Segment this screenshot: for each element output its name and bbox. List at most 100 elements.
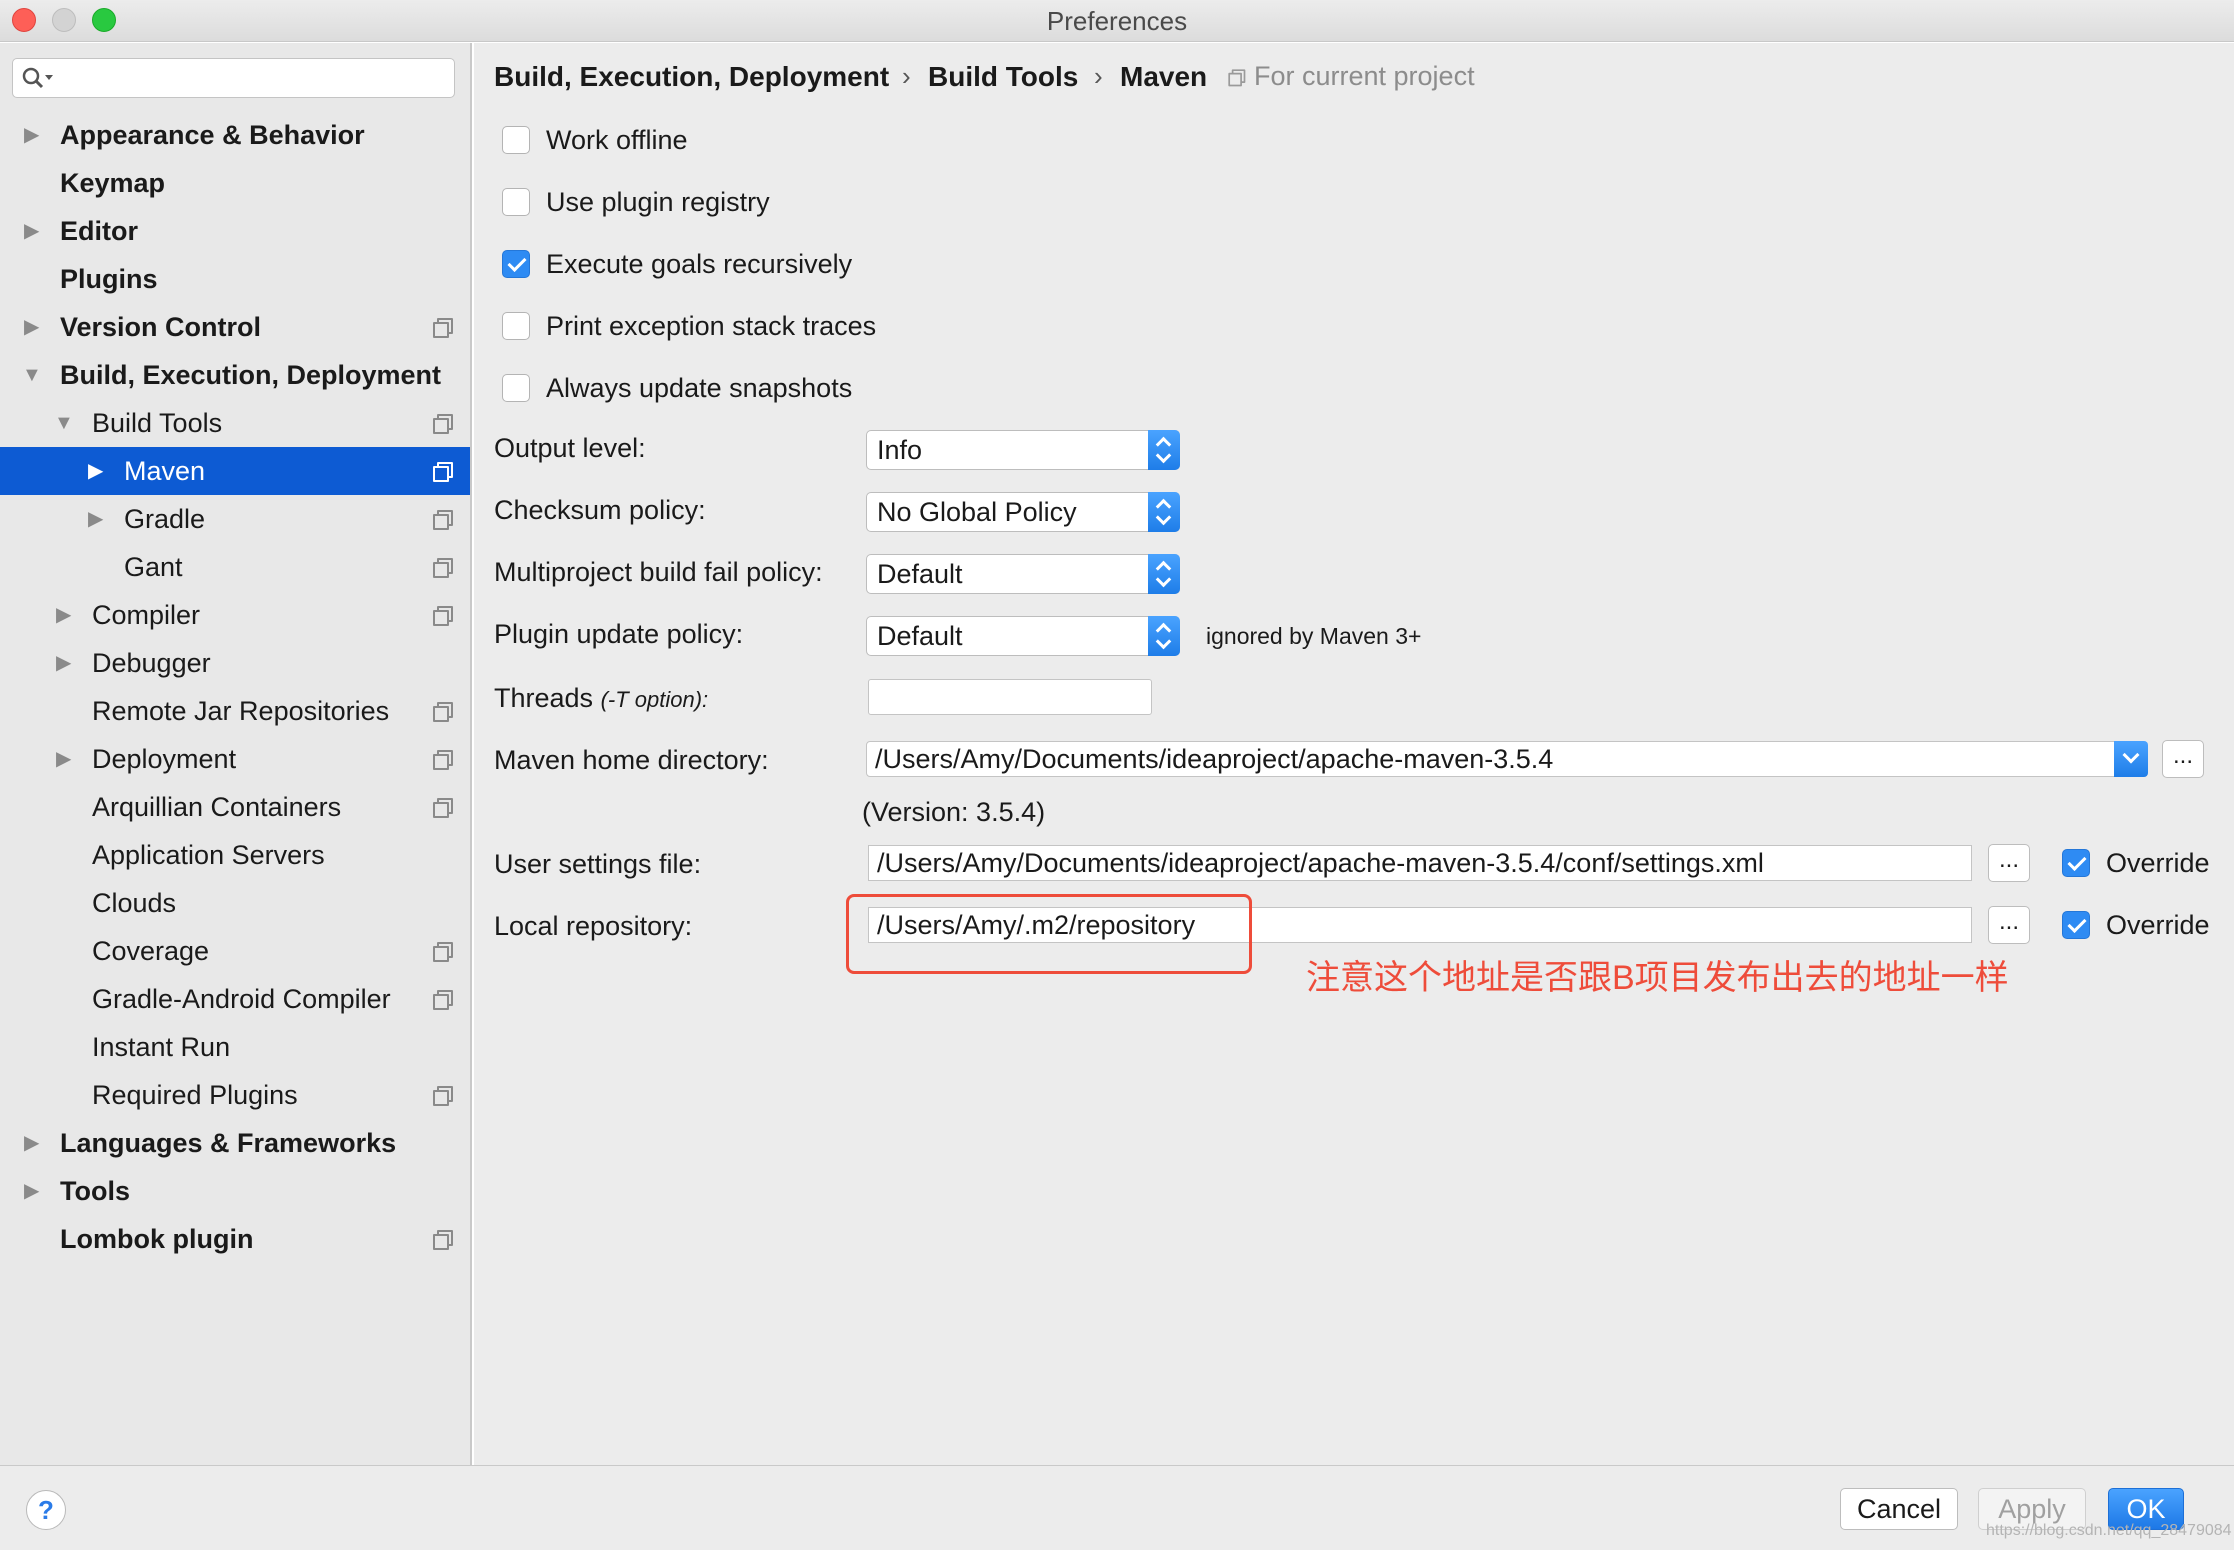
scope-hint: For current project [1228, 61, 1475, 92]
collapse-arrow-icon[interactable]: ▼ [22, 351, 42, 399]
sidebar-item-build-tools[interactable]: ▼ Build Tools [0, 399, 470, 447]
checksum-policy-label: Checksum policy: [494, 495, 706, 525]
maven-home-label: Maven home directory: [494, 745, 769, 775]
project-scope-icon [432, 989, 453, 1010]
select-arrows-icon[interactable] [1148, 554, 1180, 594]
help-button[interactable]: ? [26, 1490, 66, 1530]
sidebar-item-build-execution-deployment[interactable]: ▼ Build, Execution, Deployment [0, 351, 470, 399]
collapse-arrow-icon[interactable]: ▼ [54, 399, 74, 447]
sidebar-item-arquillian-containers[interactable]: Arquillian Containers [0, 783, 470, 831]
project-scope-icon [432, 557, 453, 578]
plugin-update-policy-hint: ignored by Maven 3+ [1206, 623, 1422, 649]
sidebar-item-plugins[interactable]: Plugins [0, 255, 470, 303]
expand-arrow-icon[interactable]: ▶ [24, 1167, 39, 1215]
project-scope-icon [432, 1229, 453, 1250]
plugin-update-policy-label: Plugin update policy: [494, 619, 744, 649]
sidebar-item-application-servers[interactable]: Application Servers [0, 831, 470, 879]
project-scope-icon [1228, 69, 1246, 87]
project-scope-icon [432, 941, 453, 962]
breadcrumb-separator-icon: › [902, 61, 911, 91]
cancel-button[interactable]: Cancel [1840, 1488, 1958, 1530]
sidebar-item-instant-run[interactable]: Instant Run [0, 1023, 470, 1071]
maven-home-combo[interactable]: /Users/Amy/Documents/ideaproject/apache-… [866, 741, 2122, 777]
expand-arrow-icon[interactable]: ▶ [88, 495, 103, 543]
maven-home-browse-button[interactable]: ... [2162, 740, 2204, 778]
project-scope-icon [432, 1085, 453, 1106]
maven-settings-panel: Build, Execution, Deployment › Build Too… [474, 43, 2234, 1465]
dialog-footer: ? Cancel Apply OK https://blog.csdn.net/… [0, 1465, 2234, 1550]
expand-arrow-icon[interactable]: ▶ [24, 303, 39, 351]
sidebar-item-gradle-android-compiler[interactable]: Gradle-Android Compiler [0, 975, 470, 1023]
project-scope-icon [432, 461, 453, 482]
execute-goals-recursively-checkbox[interactable] [502, 250, 530, 278]
sidebar-item-keymap[interactable]: Keymap [0, 159, 470, 207]
multiproject-fail-policy-select[interactable]: Default [866, 554, 1180, 594]
expand-arrow-icon[interactable]: ▶ [56, 735, 71, 783]
breadcrumb-item[interactable]: Build Tools [928, 61, 1078, 93]
sidebar-item-maven[interactable]: ▶ Maven [0, 447, 470, 495]
plugin-update-policy-select[interactable]: Default [866, 616, 1180, 656]
select-arrows-icon[interactable] [1148, 492, 1180, 532]
window-title: Preferences [1046, 6, 1188, 36]
project-scope-icon [432, 797, 453, 818]
user-settings-browse-button[interactable]: ... [1988, 844, 2030, 882]
user-settings-label: User settings file: [494, 849, 702, 879]
breadcrumb-item: Maven [1120, 61, 1208, 92]
local-repository-override-checkbox[interactable] [2062, 911, 2090, 939]
sidebar-item-languages-frameworks[interactable]: ▶ Languages & Frameworks [0, 1119, 470, 1167]
sidebar-item-version-control[interactable]: ▶ Version Control [0, 303, 470, 351]
checksum-policy-select[interactable]: No Global Policy [866, 492, 1180, 532]
maven-home-dropdown-icon[interactable] [2114, 741, 2148, 777]
expand-arrow-icon[interactable]: ▶ [24, 111, 39, 159]
breadcrumb-separator-icon: › [1094, 61, 1103, 91]
expand-arrow-icon[interactable]: ▶ [88, 447, 103, 495]
sidebar-item-required-plugins[interactable]: Required Plugins [0, 1071, 470, 1119]
select-arrows-icon[interactable] [1148, 430, 1180, 470]
sidebar-item-gant[interactable]: Gant [0, 543, 470, 591]
local-repository-browse-button[interactable]: ... [1988, 906, 2030, 944]
project-scope-icon [432, 317, 453, 338]
select-arrows-icon[interactable] [1148, 616, 1180, 656]
project-scope-icon [432, 413, 453, 434]
expand-arrow-icon[interactable]: ▶ [24, 207, 39, 255]
project-scope-icon [432, 749, 453, 770]
output-level-label: Output level: [494, 433, 646, 463]
user-settings-input[interactable]: /Users/Amy/Documents/ideaproject/apache-… [868, 845, 1972, 881]
sidebar-item-debugger[interactable]: ▶ Debugger [0, 639, 470, 687]
sidebar-item-tools[interactable]: ▶ Tools [0, 1167, 470, 1215]
watermark: https://blog.csdn.net/qq_28479084 [1986, 1522, 2232, 1539]
expand-arrow-icon[interactable]: ▶ [24, 1119, 39, 1167]
annotation-note: 注意这个地址是否跟B项目发布出去的地址一样 [1306, 959, 2009, 997]
settings-sidebar: ▶ Appearance & Behavior Keymap ▶ Editor … [0, 43, 472, 1465]
work-offline-checkbox[interactable] [502, 126, 530, 154]
breadcrumb-item[interactable]: Build, Execution, Deployment [494, 61, 889, 93]
sidebar-item-remote-jar-repositories[interactable]: Remote Jar Repositories [0, 687, 470, 735]
search-input[interactable] [12, 58, 455, 98]
multiproject-fail-policy-label: Multiproject build fail policy: [494, 557, 823, 587]
sidebar-item-deployment[interactable]: ▶ Deployment [0, 735, 470, 783]
threads-label: Threads (-T option): [494, 683, 709, 713]
print-exception-stack-traces-checkbox[interactable] [502, 312, 530, 340]
sidebar-item-appearance-behavior[interactable]: ▶ Appearance & Behavior [0, 111, 470, 159]
output-level-select[interactable]: Info [866, 430, 1180, 470]
sidebar-item-gradle[interactable]: ▶ Gradle [0, 495, 470, 543]
always-update-snapshots-checkbox[interactable] [502, 374, 530, 402]
sidebar-item-compiler[interactable]: ▶ Compiler [0, 591, 470, 639]
sidebar-item-lombok-plugin[interactable]: Lombok plugin [0, 1215, 470, 1263]
title-bar: Preferences [0, 0, 2234, 42]
local-repository-label: Local repository: [494, 911, 693, 941]
maven-version-label: (Version: 3.5.4) [862, 797, 1046, 827]
project-scope-icon [432, 605, 453, 626]
search-icon [22, 67, 53, 89]
sidebar-item-clouds[interactable]: Clouds [0, 879, 470, 927]
sidebar-item-editor[interactable]: ▶ Editor [0, 207, 470, 255]
project-scope-icon [432, 509, 453, 530]
expand-arrow-icon[interactable]: ▶ [56, 591, 71, 639]
use-plugin-registry-checkbox[interactable] [502, 188, 530, 216]
expand-arrow-icon[interactable]: ▶ [56, 639, 71, 687]
user-settings-override-checkbox[interactable] [2062, 849, 2090, 877]
threads-input[interactable] [868, 679, 1152, 715]
annotation-highlight-box [846, 894, 1252, 974]
sidebar-item-coverage[interactable]: Coverage [0, 927, 470, 975]
project-scope-icon [432, 701, 453, 722]
